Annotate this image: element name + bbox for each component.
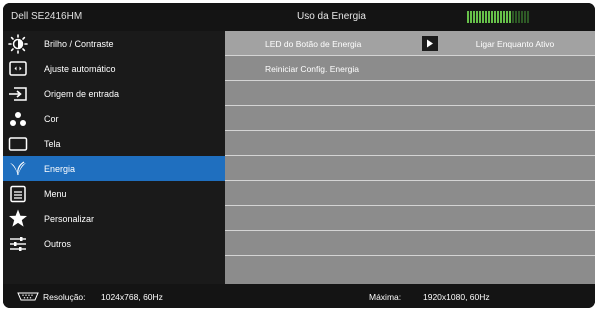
energy-meter-segment <box>524 11 526 23</box>
resolution-value: 1024x768, 60Hz <box>101 292 163 302</box>
osd-header: Dell SE2416HM Uso da Energia <box>3 3 595 32</box>
sidebar-item-menu[interactable]: Menu <box>3 181 225 206</box>
empty-row <box>225 156 595 181</box>
empty-row <box>225 81 595 106</box>
energy-meter-segment <box>482 11 484 23</box>
max-resolution-label: Máxima: <box>369 292 402 302</box>
sidebar-item-tela[interactable]: Tela <box>3 131 225 156</box>
sidebar-item-outros[interactable]: Outros <box>3 231 225 256</box>
empty-row <box>225 256 595 284</box>
sidebar-item-label: Menu <box>44 189 67 199</box>
input-source-icon <box>7 83 29 104</box>
empty-row <box>225 231 595 256</box>
empty-row <box>225 206 595 231</box>
osd-footer: Resolução: 1024x768, 60Hz Máxima: 1920x1… <box>3 284 595 308</box>
energy-meter-segment <box>494 11 496 23</box>
empty-row <box>225 181 595 206</box>
sidebar-item-label: Brilho / Contraste <box>44 39 114 49</box>
energy-meter-segment <box>470 11 472 23</box>
menu-title: Uso da Energia <box>297 11 366 22</box>
energy-meter-segment <box>527 11 529 23</box>
energy-meter-segment <box>485 11 487 23</box>
sliders-icon <box>7 233 29 254</box>
sidebar-item-cor[interactable]: Cor <box>3 106 225 131</box>
sidebar-item-ajuste-automatico[interactable]: Ajuste automático <box>3 56 225 81</box>
energy-meter-segment <box>509 11 511 23</box>
sidebar-item-label: Tela <box>44 139 61 149</box>
monitor-osd: Dell SE2416HM Uso da Energia Brilho / Co… <box>3 3 595 308</box>
color-icon <box>7 108 29 129</box>
energy-meter-segment <box>512 11 514 23</box>
sidebar-item-brilho-contraste[interactable]: Brilho / Contraste <box>3 31 225 56</box>
star-icon <box>7 208 29 229</box>
osd-sidebar: Brilho / Contraste Ajuste automático Ori… <box>3 31 225 284</box>
energy-meter-segment <box>506 11 508 23</box>
submenu-panel: LED do Botão de Energia Ligar Enquanto A… <box>225 31 595 284</box>
energy-meter-segment <box>518 11 520 23</box>
energy-icon <box>7 158 29 179</box>
energy-meter-segment <box>497 11 499 23</box>
sidebar-item-label: Ajuste automático <box>44 64 116 74</box>
option-row-reiniciar-config-energia[interactable]: Reiniciar Config. Energia <box>225 56 595 81</box>
brightness-icon <box>7 33 29 54</box>
energy-meter-segment <box>515 11 517 23</box>
display-icon <box>7 133 29 154</box>
max-resolution-value: 1920x1080, 60Hz <box>423 292 490 302</box>
auto-adjust-icon <box>7 58 29 79</box>
energy-meter <box>467 11 529 23</box>
energy-meter-segment <box>488 11 490 23</box>
energy-meter-segment <box>476 11 478 23</box>
energy-meter-segment <box>521 11 523 23</box>
sidebar-item-label: Personalizar <box>44 214 95 224</box>
sidebar-item-label: Outros <box>44 239 72 249</box>
vga-connector-icon <box>17 292 39 303</box>
empty-row <box>225 106 595 131</box>
sidebar-item-label: Cor <box>44 114 59 124</box>
energy-meter-segment <box>479 11 481 23</box>
option-value: Ligar Enquanto Ativo <box>475 39 555 49</box>
energy-meter-segment <box>491 11 493 23</box>
energy-meter-segment <box>473 11 475 23</box>
monitor-model: Dell SE2416HM <box>11 11 83 22</box>
sidebar-item-origem-de-entrada[interactable]: Origem de entrada <box>3 81 225 106</box>
sidebar-item-energia[interactable]: Energia <box>3 156 225 181</box>
sidebar-item-personalizar[interactable]: Personalizar <box>3 206 225 231</box>
energy-meter-segment <box>467 11 469 23</box>
energy-meter-segment <box>503 11 505 23</box>
option-row-led-botao-energia[interactable]: LED do Botão de Energia Ligar Enquanto A… <box>225 31 595 56</box>
empty-row <box>225 131 595 156</box>
option-label: Reiniciar Config. Energia <box>265 64 360 74</box>
sidebar-item-label: Energia <box>44 164 76 174</box>
option-label: LED do Botão de Energia <box>265 39 362 49</box>
energy-meter-segment <box>500 11 502 23</box>
resolution-label: Resolução: <box>43 292 86 302</box>
menu-icon <box>7 183 29 204</box>
sidebar-item-label: Origem de entrada <box>44 89 120 99</box>
